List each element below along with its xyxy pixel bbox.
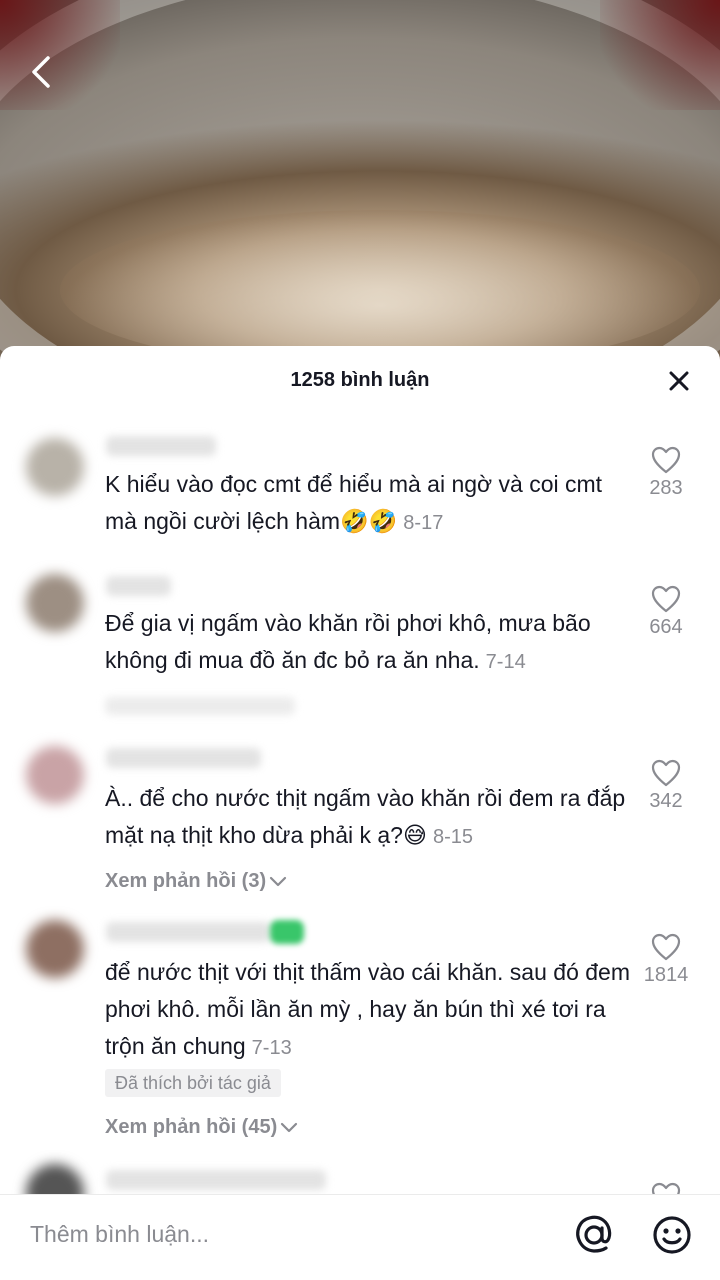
comment-username[interactable] [106,748,261,768]
back-button[interactable] [22,52,62,92]
heart-icon [651,933,681,961]
comment-username[interactable] [106,576,171,596]
like-button[interactable]: 1814 [636,933,696,987]
avatar[interactable] [26,438,84,496]
chevron-left-icon [32,56,50,88]
comment-text: À.. để cho nước thịt ngấm vào khăn rồi đ… [105,785,626,848]
heart-icon [651,585,681,613]
like-count: 664 [649,616,683,638]
at-sign-icon [576,1215,612,1253]
comments-count-title: 1258 bình luận [290,369,430,391]
chevron-down-icon [281,1122,298,1132]
view-replies-button[interactable]: Xem phản hồi (45) [105,1116,299,1139]
mention-button[interactable] [572,1213,616,1257]
comment-username[interactable] [106,436,216,456]
view-replies-button[interactable]: Xem phản hồi (3) [105,870,288,893]
like-button[interactable]: 283 [636,446,696,500]
user-badge-icon [270,920,304,944]
liked-by-creator-badge: Đã thích bởi tác giả [105,1069,281,1097]
blurred-reply-link[interactable] [105,697,295,715]
avatar[interactable] [26,920,84,978]
like-count: 283 [649,477,683,499]
close-button[interactable] [666,368,692,394]
comment-username[interactable] [106,922,271,942]
chevron-down-icon [270,876,287,886]
comment-date: 8-15 [432,826,473,848]
like-count: 1814 [643,964,689,986]
comment-username[interactable] [106,1170,326,1190]
smiley-icon [653,1216,691,1254]
background-corner [600,0,720,110]
comment-text: K hiểu vào đọc cmt để hiểu mà ai ngờ và … [105,471,603,534]
comment-text: để nước thịt với thịt thấm vào cái khăn.… [105,959,630,1059]
comment-input-bar: Thêm bình luận... [0,1194,720,1280]
comments-header: 1258 bình luận [0,346,720,416]
emoji-button[interactable] [650,1213,694,1257]
like-button[interactable]: 664 [636,585,696,639]
comment-date: 8-17 [403,512,444,534]
comments-sheet: 1258 bình luận K hiểu vào đọc cmt để hiể… [0,346,720,1280]
like-button[interactable]: 342 [636,759,696,813]
video-background [0,0,720,380]
comment-text: Để gia vị ngấm vào khăn rồi phơi khô, mư… [105,610,591,673]
comment-date: 7-13 [251,1037,292,1059]
avatar[interactable] [26,746,84,804]
close-icon [669,371,689,391]
comment-date: 7-14 [485,651,526,673]
avatar[interactable] [26,574,84,632]
heart-icon [651,759,681,787]
heart-icon [651,446,681,474]
comment-input[interactable]: Thêm bình luận... [30,1221,530,1248]
like-count: 342 [649,790,683,812]
